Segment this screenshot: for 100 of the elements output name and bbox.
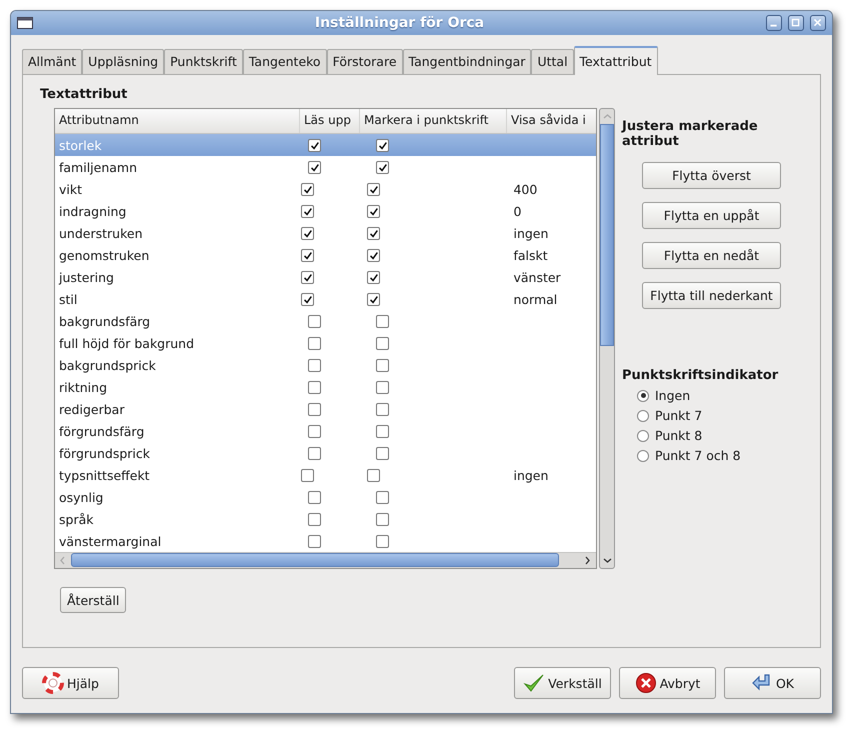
table-row[interactable]: vikt 400	[55, 178, 596, 200]
checkbox[interactable]	[376, 534, 389, 548]
table-row[interactable]: indragning 0	[55, 200, 596, 222]
radio-button[interactable]	[637, 430, 649, 442]
checkbox[interactable]	[376, 446, 389, 460]
table-row[interactable]: riktning	[55, 376, 596, 398]
checkbox[interactable]	[308, 138, 321, 152]
checkbox[interactable]	[308, 358, 321, 372]
checkbox[interactable]	[300, 468, 314, 482]
table-cell-text: bakgrundsprick	[58, 358, 157, 372]
checkbox[interactable]	[308, 314, 321, 328]
checkbox[interactable]	[308, 490, 321, 504]
tab[interactable]: Textattribut	[574, 46, 658, 75]
horizontal-scrollbar[interactable]	[55, 552, 596, 568]
checkbox[interactable]	[300, 226, 314, 240]
checkbox[interactable]	[366, 468, 380, 482]
close-icon[interactable]	[810, 15, 826, 31]
table-row[interactable]: osynlig	[55, 486, 596, 508]
cancel-button[interactable]: Avbryt	[619, 667, 716, 699]
tab[interactable]: Uppläsning	[82, 49, 164, 74]
table-cell-text: osynlig	[58, 490, 104, 504]
checkbox[interactable]	[366, 270, 380, 284]
help-button[interactable]: Hjälp	[22, 667, 119, 699]
checkbox[interactable]	[376, 160, 389, 174]
radio-label[interactable]: Punkt 7 och 8	[655, 448, 741, 463]
checkbox[interactable]	[376, 358, 389, 372]
tab[interactable]: Förstorare	[326, 49, 403, 74]
table-row[interactable]: förgrundsprick	[55, 442, 596, 464]
table-row[interactable]: understruken ingen	[55, 222, 596, 244]
move-button[interactable]: Flytta till nederkant	[642, 282, 781, 309]
checkbox[interactable]	[376, 512, 389, 526]
checkbox[interactable]	[308, 424, 321, 438]
radio-label[interactable]: Ingen	[655, 388, 690, 403]
column-header[interactable]: Läs upp	[300, 109, 360, 133]
checkbox[interactable]	[366, 248, 380, 262]
table-cell-text: familjenamn	[58, 160, 138, 174]
column-header[interactable]: Attributnamn	[55, 109, 300, 133]
table-row[interactable]: språk	[55, 508, 596, 530]
move-button[interactable]: Flytta överst	[642, 162, 781, 189]
checkbox[interactable]	[308, 512, 321, 526]
table-cell-text: redigerbar	[58, 402, 126, 416]
table-row[interactable]: bakgrundsprick	[55, 354, 596, 376]
move-button[interactable]: Flytta en uppåt	[642, 202, 781, 229]
table-row[interactable]: familjenamn	[55, 156, 596, 178]
checkbox[interactable]	[308, 380, 321, 394]
checkbox[interactable]	[300, 248, 314, 262]
column-header[interactable]: Markera i punktskrift	[360, 109, 507, 133]
checkbox[interactable]	[376, 424, 389, 438]
reset-button[interactable]: Återställ	[60, 587, 126, 613]
checkbox[interactable]	[376, 490, 389, 504]
window-title: Inställningar för Orca	[314, 15, 486, 31]
tab[interactable]: Allmänt	[22, 49, 82, 74]
tab[interactable]: Uttal	[531, 49, 574, 74]
table-row[interactable]: justering vänster	[55, 266, 596, 288]
checkbox[interactable]	[366, 226, 380, 240]
vertical-scrollbar[interactable]	[599, 108, 615, 569]
cancel-icon	[634, 672, 657, 694]
checkbox[interactable]	[366, 204, 380, 218]
checkbox[interactable]	[300, 182, 314, 196]
tab[interactable]: Tangenteko	[242, 49, 327, 74]
checkbox[interactable]	[308, 446, 321, 460]
column-header[interactable]: Visa såvida i	[507, 109, 596, 133]
checkbox[interactable]	[376, 402, 389, 416]
table-row[interactable]: vänstermarginal	[55, 530, 596, 552]
maximize-icon[interactable]	[788, 15, 804, 31]
tab[interactable]: Tangentbindningar	[402, 49, 532, 74]
checkbox[interactable]	[376, 336, 389, 350]
table-row[interactable]: förgrundsfärg	[55, 420, 596, 442]
radio-button[interactable]	[637, 410, 649, 422]
table-cell-text: språk	[58, 512, 94, 526]
table-cell-text: förgrundsprick	[58, 446, 151, 460]
checkbox[interactable]	[308, 402, 321, 416]
radio-label[interactable]: Punkt 7	[655, 408, 702, 423]
table-row[interactable]: stil normal	[55, 288, 596, 310]
checkbox[interactable]	[308, 534, 321, 548]
table-row[interactable]: typsnittseffekt ingen	[55, 464, 596, 486]
checkbox[interactable]	[300, 270, 314, 284]
apply-button[interactable]: Verkställ	[514, 667, 611, 699]
move-button[interactable]: Flytta en nedåt	[642, 242, 781, 269]
table-cell-text: riktning	[58, 380, 108, 394]
minimize-icon[interactable]	[766, 15, 782, 31]
radio-button[interactable]	[637, 390, 649, 402]
checkbox[interactable]	[308, 160, 321, 174]
radio-label[interactable]: Punkt 8	[655, 428, 702, 443]
checkbox[interactable]	[376, 138, 389, 152]
radio-button[interactable]	[637, 450, 649, 462]
table-row[interactable]: bakgrundsfärg	[55, 310, 596, 332]
tab[interactable]: Punktskrift	[164, 49, 243, 74]
table-cell-text: ingen	[512, 468, 550, 482]
checkbox[interactable]	[300, 204, 314, 218]
ok-button[interactable]: OK	[724, 667, 821, 699]
checkbox[interactable]	[376, 314, 389, 328]
table-row[interactable]: redigerbar	[55, 398, 596, 420]
checkbox[interactable]	[366, 182, 380, 196]
checkbox[interactable]	[308, 336, 321, 350]
checkbox[interactable]	[300, 292, 314, 306]
table-row[interactable]: genomstruken falskt	[55, 244, 596, 266]
checkbox[interactable]	[376, 380, 389, 394]
table-row[interactable]: full höjd för bakgrund	[55, 332, 596, 354]
checkbox[interactable]	[366, 292, 380, 306]
